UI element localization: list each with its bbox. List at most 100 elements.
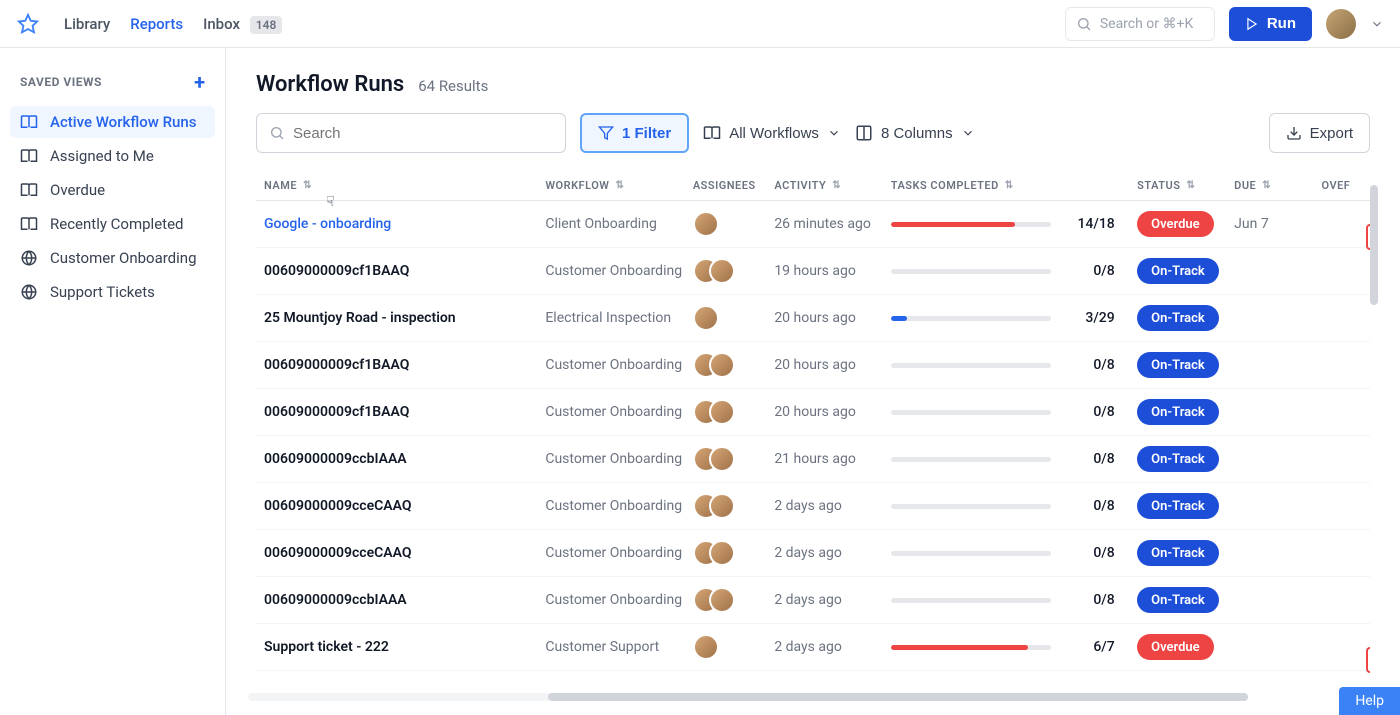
saved-views-list: Active Workflow Runs Assigned to Me Overdu…	[10, 106, 215, 308]
progress-track	[891, 316, 1051, 321]
nav-inbox[interactable]: Inbox 148	[203, 15, 282, 33]
page-title: Workflow Runs	[256, 72, 404, 97]
search-box[interactable]	[256, 113, 566, 153]
cell-activity: 2 days ago	[774, 592, 890, 608]
assignee-avatar[interactable]	[709, 399, 735, 425]
assignee-avatar[interactable]	[709, 446, 735, 472]
task-count: 6/7	[1065, 639, 1115, 655]
table-row[interactable]: Support ticket - 222Customer Support2 da…	[256, 624, 1370, 671]
assignee-avatar[interactable]	[709, 587, 735, 613]
columns-dropdown[interactable]: 8 Columns	[855, 113, 975, 153]
search-icon	[269, 125, 285, 141]
cell-name[interactable]: 00609000009cf1BAAQ	[256, 404, 545, 420]
search-input[interactable]	[293, 125, 553, 142]
cell-name[interactable]: Google - onboarding	[256, 216, 545, 232]
cell-name[interactable]: 25 Mountjoy Road - inspection	[256, 310, 545, 326]
task-count: 3/29	[1065, 310, 1115, 326]
cell-tasks: 14/18	[891, 216, 1137, 232]
assignee-avatar[interactable]	[693, 211, 719, 237]
assignee-avatar[interactable]	[709, 540, 735, 566]
th-assignees[interactable]: ASSIGNEES	[693, 179, 775, 192]
progress-track	[891, 410, 1051, 415]
horizontal-scrollbar-thumb[interactable]	[548, 693, 1248, 701]
sidebar-item[interactable]: Customer Onboarding	[10, 242, 215, 274]
sidebar-item[interactable]: Support Tickets	[10, 276, 215, 308]
columns-icon	[855, 124, 873, 142]
table-row[interactable]: 00609000009ccbIAAACustomer Onboarding21 …	[256, 436, 1370, 483]
global-search[interactable]: Search or ⌘+K	[1065, 7, 1215, 41]
sidebar-item[interactable]: Recently Completed	[10, 208, 215, 240]
cell-name[interactable]: 00609000009cceCAAQ	[256, 498, 545, 514]
cell-workflow: Customer Onboarding	[545, 451, 692, 467]
table-row[interactable]: 00609000009cceCAAQCustomer Onboarding2 d…	[256, 483, 1370, 530]
cell-workflow: Electrical Inspection	[545, 310, 692, 326]
task-count: 0/8	[1065, 451, 1115, 467]
sidebar-item-label: Overdue	[50, 181, 105, 199]
table-row[interactable]: 25 Mountjoy Road - inspectionElectrical …	[256, 295, 1370, 342]
cell-status: On-Track	[1137, 352, 1234, 378]
sort-icon: ⇅	[1186, 180, 1195, 191]
workflows-dropdown[interactable]: All Workflows	[703, 113, 841, 153]
cell-name[interactable]: 00609000009cceCAAQ	[256, 545, 545, 561]
th-tasks[interactable]: TASKS COMPLETED⇅	[891, 179, 1137, 192]
assignee-avatar[interactable]	[709, 352, 735, 378]
assignee-avatar[interactable]	[709, 258, 735, 284]
add-view-button[interactable]: +	[194, 72, 205, 92]
download-icon	[1286, 125, 1302, 141]
th-activity[interactable]: ACTIVITY⇅	[774, 179, 890, 192]
globe-icon	[20, 249, 38, 267]
app-logo[interactable]	[16, 12, 40, 36]
assignee-avatar[interactable]	[693, 305, 719, 331]
cell-status: On-Track	[1137, 493, 1234, 519]
cell-tasks: 0/8	[891, 357, 1137, 373]
table-row[interactable]: 00609000009cf1BAAQCustomer Onboarding19 …	[256, 248, 1370, 295]
cell-name[interactable]: 00609000009cf1BAAQ	[256, 357, 545, 373]
table-row[interactable]: Google - onboardingClient Onboarding26 m…	[256, 201, 1370, 248]
nav-library[interactable]: Library	[64, 15, 110, 33]
search-icon	[1076, 16, 1092, 32]
help-button[interactable]: Help	[1339, 687, 1400, 715]
table-row[interactable]: 00609000009cf1BAAQCustomer Onboarding20 …	[256, 342, 1370, 389]
horizontal-scrollbar-track[interactable]	[248, 693, 1248, 701]
sidebar-item[interactable]: Assigned to Me	[10, 140, 215, 172]
progress-fill	[891, 222, 1015, 227]
assignee-avatar[interactable]	[693, 634, 719, 660]
run-button[interactable]: Run	[1229, 7, 1312, 41]
user-avatar[interactable]	[1326, 9, 1356, 39]
th-due[interactable]: DUE⇅	[1234, 179, 1321, 192]
table-row[interactable]: 00609000009cceCAAQCustomer Onboarding2 d…	[256, 530, 1370, 577]
filter-label: 1 Filter	[622, 125, 671, 142]
export-label: Export	[1310, 125, 1353, 142]
cell-workflow: Customer Onboarding	[545, 592, 692, 608]
th-name[interactable]: NAME⇅	[256, 179, 545, 192]
cell-status: On-Track	[1137, 399, 1234, 425]
filter-button[interactable]: 1 Filter	[580, 113, 689, 153]
cell-workflow: Customer Onboarding	[545, 357, 692, 373]
assignee-avatar[interactable]	[709, 493, 735, 519]
sidebar-item[interactable]: Overdue	[10, 174, 215, 206]
overdue-indicator	[1366, 647, 1370, 673]
vertical-scrollbar-thumb[interactable]	[1370, 185, 1378, 305]
table-row[interactable]: 00609000009ccbIAAACustomer Onboarding 2 d…	[256, 577, 1370, 624]
cell-name[interactable]: 00609000009cf1BAAQ	[256, 263, 545, 279]
export-button[interactable]: Export	[1269, 113, 1370, 153]
cell-name[interactable]: 00609000009ccbIAAA	[256, 592, 545, 608]
cell-name[interactable]: Support ticket - 222	[256, 639, 545, 655]
chevron-down-icon[interactable]	[1370, 17, 1384, 31]
sidebar-item-label: Active Workflow Runs	[50, 113, 196, 131]
columns-label: 8 Columns	[881, 125, 953, 142]
sidebar-item[interactable]: Active Workflow Runs	[10, 106, 215, 138]
cell-assignees	[693, 540, 775, 566]
th-status[interactable]: STATUS⇅	[1137, 179, 1234, 192]
th-overflow: OVEF	[1321, 179, 1370, 192]
globe-icon	[20, 283, 38, 301]
cell-activity: 20 hours ago	[774, 404, 890, 420]
sidebar-item-label: Assigned to Me	[50, 147, 154, 165]
cell-status: Overdue	[1137, 211, 1234, 237]
cell-name[interactable]: 00609000009ccbIAAA	[256, 451, 545, 467]
table-row[interactable]: 00609000009cf1BAAQCustomer Onboarding20 …	[256, 389, 1370, 436]
cell-tasks: 6/7	[891, 639, 1137, 655]
task-count: 0/8	[1065, 357, 1115, 373]
th-workflow[interactable]: WORKFLOW⇅	[545, 179, 692, 192]
nav-reports[interactable]: Reports	[130, 15, 183, 33]
